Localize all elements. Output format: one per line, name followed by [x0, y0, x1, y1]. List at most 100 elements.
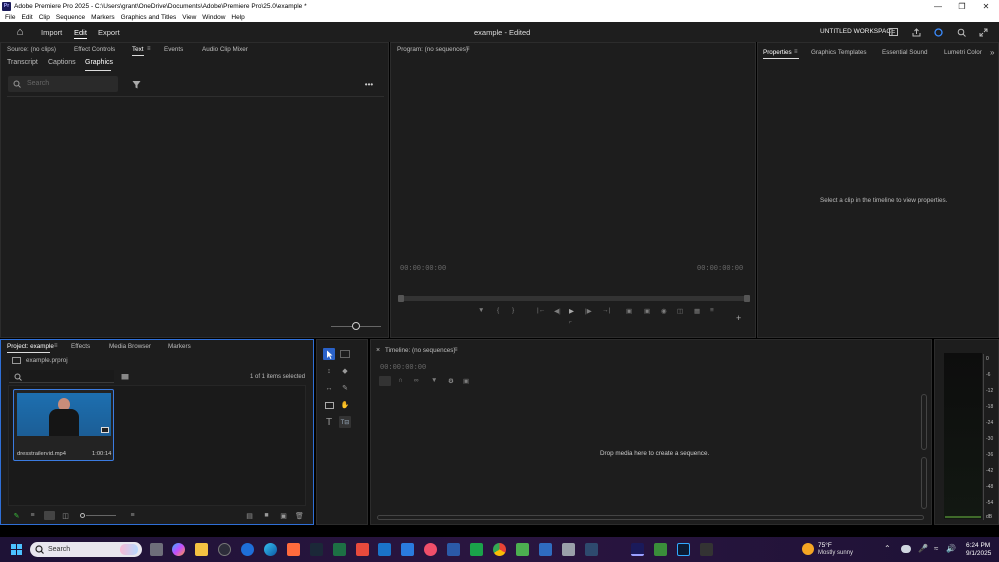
track-select-tool-icon[interactable] [339, 348, 351, 360]
new-item-icon[interactable]: ▣ [279, 511, 288, 520]
app-navy-icon[interactable] [585, 543, 598, 556]
export-frame-icon[interactable]: ◉ [661, 307, 667, 315]
edge-icon[interactable] [264, 543, 277, 556]
tab-lumetri-color[interactable]: Lumetri Color [944, 49, 982, 56]
chrome-icon[interactable] [493, 543, 506, 556]
subtab-graphics[interactable]: Graphics [85, 59, 113, 66]
edit-mode-button[interactable]: Edit [74, 28, 87, 37]
itunes-icon[interactable] [424, 543, 437, 556]
go-to-out-icon[interactable]: →| [602, 307, 610, 314]
step-back-icon[interactable]: ◀| [554, 307, 561, 315]
minimize-icon[interactable]: — [926, 0, 950, 12]
app-orange-icon[interactable] [287, 543, 300, 556]
freeform-view-icon[interactable]: ◫ [61, 511, 70, 520]
tab-effects[interactable]: Effects [71, 343, 90, 350]
tab-audio-clip-mixer[interactable]: Audio Clip Mixer [202, 46, 248, 53]
clock-time[interactable]: 6:24 PM [966, 542, 990, 549]
new-bin-from-search-icon[interactable] [120, 372, 129, 380]
thumbnail-size-slider[interactable] [86, 515, 116, 516]
menu-file[interactable]: File [5, 14, 15, 21]
automate-to-sequence-icon[interactable]: ▤ [245, 511, 254, 520]
maximize-icon[interactable]: ❐ [950, 0, 974, 12]
icon-view-button[interactable] [44, 511, 55, 520]
play-icon[interactable]: ▶ [569, 307, 574, 315]
camera-app-icon[interactable] [241, 543, 254, 556]
new-bin-icon[interactable]: ■ [262, 511, 271, 520]
menu-help[interactable]: Help [231, 14, 244, 21]
search-field[interactable]: Search [8, 76, 118, 92]
finance-icon[interactable] [470, 543, 483, 556]
weather-sun-icon[interactable] [802, 543, 814, 555]
zoom-slider-handle[interactable] [352, 322, 360, 330]
program-scrubber[interactable] [398, 296, 750, 301]
tab-media-browser[interactable]: Media Browser [109, 343, 151, 350]
linked-selection-icon[interactable]: ∞ [414, 377, 419, 384]
windows-start-icon[interactable] [11, 544, 22, 555]
project-menu-icon[interactable]: ≡ [54, 343, 58, 349]
export-mode-button[interactable]: Export [98, 28, 120, 37]
thumbnail-size-handle[interactable] [80, 513, 85, 518]
list-view-icon[interactable]: ≡ [28, 511, 37, 520]
show-hidden-icons-icon[interactable]: ⌃ [884, 544, 891, 553]
excel-icon[interactable] [333, 543, 346, 556]
progress-icon[interactable] [933, 27, 943, 37]
mark-out-icon[interactable]: } [512, 307, 514, 314]
menu-graphics-and-titles[interactable]: Graphics and Titles [121, 14, 177, 21]
minecraft-icon[interactable] [654, 543, 667, 556]
tab-markers[interactable]: Markers [168, 343, 191, 350]
program-title[interactable]: Program: (no sequences) [397, 46, 468, 53]
rectangle-tool-icon[interactable] [323, 399, 335, 411]
mic-icon[interactable]: 🎤 [918, 544, 928, 553]
search-help-icon[interactable] [956, 27, 966, 37]
clip-thumbnail-card[interactable]: dresstrailervid.mp4 1:00:14 [13, 389, 114, 461]
ripple-edit-tool-icon[interactable]: ↕ [323, 365, 335, 377]
subtab-transcript[interactable]: Transcript [7, 59, 38, 66]
wifi-icon[interactable]: ≈ [934, 544, 938, 553]
photoshop-icon[interactable] [677, 543, 690, 556]
multi-camera-icon[interactable]: ≡ [710, 307, 714, 314]
steam-icon[interactable] [310, 543, 323, 556]
timeline-close-icon[interactable]: × [376, 347, 380, 354]
program-timecode-current[interactable]: 00:00:00:00 [400, 265, 446, 273]
clock-date[interactable]: 9/1/2025 [966, 550, 991, 557]
caption-tool-icon[interactable]: T⊟ [339, 416, 351, 428]
text-panel-menu-icon[interactable]: ≡ [147, 46, 151, 52]
timeline-audio-scrollbar[interactable] [921, 457, 927, 509]
premiere-taskbar-icon[interactable] [631, 543, 644, 556]
tab-effect-controls[interactable]: Effect Controls [74, 46, 115, 53]
selection-tool-icon[interactable] [323, 348, 335, 360]
menu-window[interactable]: Window [202, 14, 225, 21]
chrome-alt-icon[interactable] [218, 543, 231, 556]
workspace-name[interactable]: UNTITLED WORKSPACE [820, 28, 895, 35]
settings-corner-icon[interactable]: ⌜ [569, 320, 572, 328]
tab-graphics-templates[interactable]: Graphics Templates [811, 49, 867, 56]
razor-tool-icon[interactable]: ◆ [339, 365, 351, 377]
weather-temp[interactable]: 75°F [818, 542, 832, 549]
extract-icon[interactable]: ▣ [644, 307, 650, 315]
timeline-title[interactable]: Timeline: (no sequences) [385, 347, 455, 354]
button-editor-icon[interactable]: + [736, 313, 741, 323]
file-explorer-icon[interactable] [195, 543, 208, 556]
volume-icon[interactable]: 🔊 [946, 544, 956, 553]
tab-events[interactable]: Events [164, 46, 183, 53]
menu-edit[interactable]: Edit [21, 14, 32, 21]
calculator-icon[interactable] [562, 543, 575, 556]
program-menu-icon[interactable]: ≡ [466, 46, 470, 52]
add-marker-icon[interactable]: ▼ [478, 307, 484, 314]
lift-icon[interactable]: ▣ [626, 307, 632, 315]
tab-text[interactable]: Text [132, 46, 144, 53]
hand-tool-icon[interactable]: ✋ [339, 399, 351, 411]
workspaces-icon[interactable] [888, 27, 898, 37]
go-to-in-icon[interactable]: |← [537, 307, 545, 314]
tab-source[interactable]: Source: (no clips) [7, 46, 56, 53]
timeline-timecode[interactable]: 00:00:00:00 [380, 364, 426, 372]
app-red-icon[interactable] [356, 543, 369, 556]
filter-icon[interactable] [131, 79, 141, 89]
comparison-view-icon[interactable]: ◫ [677, 307, 683, 315]
captions-toggle-icon[interactable]: ▣ [463, 377, 469, 385]
nest-sequences-icon[interactable] [379, 376, 391, 386]
menu-clip[interactable]: Clip [39, 14, 50, 21]
safe-margins-icon[interactable]: ▦ [694, 307, 700, 315]
properties-menu-icon[interactable]: ≡ [794, 49, 798, 55]
copilot-icon[interactable] [172, 543, 185, 556]
